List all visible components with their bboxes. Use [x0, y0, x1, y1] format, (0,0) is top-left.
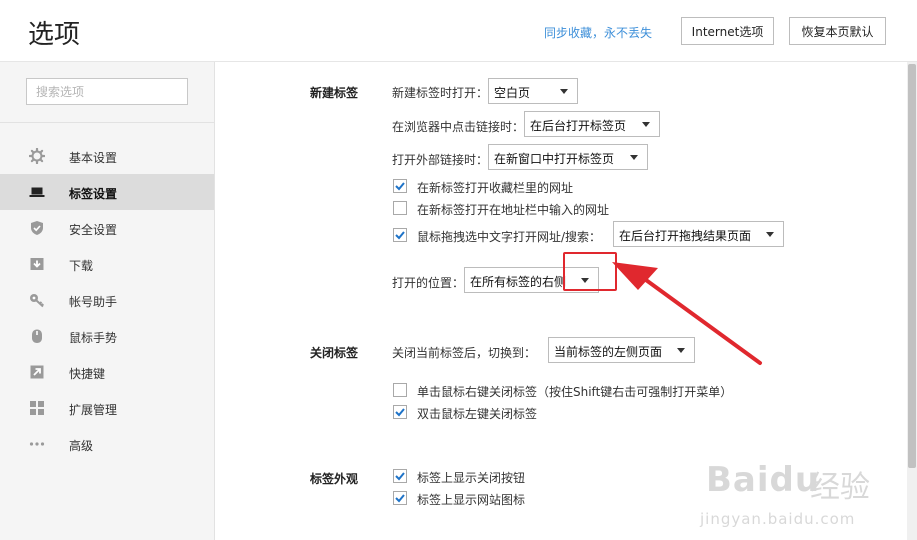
laptop-icon	[29, 187, 45, 197]
vertical-scrollbar[interactable]	[907, 62, 917, 540]
select-value: 在新窗口中打开标签页	[494, 152, 615, 166]
checkbox-addressbar[interactable]	[393, 201, 407, 215]
sidebar-item-label: 扩展管理	[69, 403, 118, 417]
open-new-tab-select[interactable]: 空白页	[488, 78, 578, 104]
section-title-close-tab: 关闭标签	[310, 346, 359, 360]
select-value: 在后台打开标签页	[530, 119, 627, 133]
sidebar-item-label: 鼠标手势	[69, 331, 118, 345]
open-new-tab-label: 新建标签时打开：	[392, 86, 489, 100]
sidebar-item-extensions[interactable]: 扩展管理	[0, 390, 214, 426]
chevron-down-icon	[581, 278, 589, 283]
key-icon	[30, 294, 44, 308]
click-link-label: 在浏览器中点击链接时：	[392, 120, 525, 134]
checkbox-label: 双击鼠标左键关闭标签	[417, 407, 538, 421]
chevron-down-icon	[677, 348, 685, 353]
sidebar-item-tabs[interactable]: 标签设置	[0, 174, 214, 210]
external-link-label: 打开外部链接时：	[392, 153, 489, 167]
check-icon	[395, 182, 405, 191]
chevron-down-icon	[560, 89, 568, 94]
scrollbar-thumb[interactable]	[908, 64, 916, 468]
sidebar-item-label: 帐号助手	[69, 295, 118, 309]
drag-result-select[interactable]: 在后台打开拖拽结果页面	[613, 221, 784, 247]
header-bar: 选项 同步收藏，永不丢失 Internet选项 恢复本页默认	[0, 0, 917, 62]
chevron-down-icon	[766, 232, 774, 237]
internet-options-button[interactable]: Internet选项	[681, 17, 774, 45]
grid-icon	[30, 401, 44, 415]
open-position-select[interactable]: 在所有标签的右侧	[464, 267, 599, 293]
sidebar-item-label: 快捷键	[69, 367, 106, 381]
checkbox-label: 标签上显示网站图标	[417, 493, 526, 507]
section-title-tab-look: 标签外观	[310, 472, 359, 486]
sync-favorites-link[interactable]: 同步收藏，永不丢失	[544, 24, 652, 41]
section-title-new-tab: 新建标签	[310, 86, 359, 100]
checkbox-double-click[interactable]	[393, 405, 407, 419]
sidebar-item-download[interactable]: 下载	[0, 246, 214, 282]
sidebar-item-shortcut[interactable]: 快捷键	[0, 354, 214, 390]
click-link-select[interactable]: 在后台打开标签页	[524, 111, 660, 137]
checkbox-drag[interactable]	[393, 228, 407, 242]
check-icon	[395, 408, 405, 417]
check-icon	[395, 494, 405, 503]
checkbox-close-button[interactable]	[393, 469, 407, 483]
sidebar-item-label: 高级	[69, 439, 94, 453]
sidebar-nav: 基本设置 标签设置 安全设置 下载 帐号助手 鼠标手势 快捷键 扩展管理 高级	[0, 138, 214, 462]
more-icon	[29, 442, 45, 446]
external-link-select[interactable]: 在新窗口中打开标签页	[488, 144, 648, 170]
select-value: 当前标签的左侧页面	[554, 345, 663, 359]
checkbox-right-click[interactable]	[393, 383, 407, 397]
shield-icon	[31, 221, 43, 235]
checkbox-site-icon[interactable]	[393, 491, 407, 505]
sidebar-item-label: 下载	[69, 259, 94, 273]
chevron-down-icon	[630, 155, 638, 160]
shortcut-icon	[30, 365, 44, 379]
chevron-down-icon	[642, 122, 650, 127]
options-window: 选项 同步收藏，永不丢失 Internet选项 恢复本页默认 基	[0, 0, 917, 540]
gear-icon	[29, 148, 45, 164]
checkbox-label: 单击鼠标右键关闭标签（按住Shift键右击可强制打开菜单）	[417, 385, 733, 399]
sidebar-divider	[0, 122, 214, 123]
sidebar-item-basic[interactable]: 基本设置	[0, 138, 214, 174]
checkbox-label: 标签上显示关闭按钮	[417, 471, 526, 485]
select-value: 在后台打开拖拽结果页面	[619, 229, 752, 243]
select-value: 在所有标签的右侧	[470, 275, 567, 289]
check-icon	[395, 231, 405, 240]
open-position-label: 打开的位置：	[392, 276, 465, 290]
check-icon	[395, 472, 405, 481]
restore-defaults-button[interactable]: 恢复本页默认	[789, 17, 886, 45]
page-title: 选项	[28, 20, 81, 50]
switch-after-close-select[interactable]: 当前标签的左侧页面	[548, 337, 695, 363]
settings-panel: 新建标签 新建标签时打开： 空白页 在浏览器中点击链接时： 在后台打开标签页 打…	[215, 62, 907, 540]
sidebar-item-label: 安全设置	[69, 223, 118, 237]
checkbox-favorites[interactable]	[393, 179, 407, 193]
checkbox-label: 在新标签打开在地址栏中输入的网址	[417, 203, 610, 217]
search-input[interactable]	[27, 79, 187, 104]
select-value: 空白页	[494, 86, 531, 100]
download-icon	[30, 258, 44, 270]
sidebar-item-security[interactable]: 安全设置	[0, 210, 214, 246]
sidebar-item-advanced[interactable]: 高级	[0, 426, 214, 462]
checkbox-label: 在新标签打开收藏栏里的网址	[417, 181, 574, 195]
mouse-icon	[32, 329, 42, 343]
switch-after-close-label: 关闭当前标签后，切换到：	[392, 346, 537, 360]
sidebar-item-mouse-gesture[interactable]: 鼠标手势	[0, 318, 214, 354]
search-box	[26, 78, 188, 105]
sidebar-item-label: 标签设置	[69, 187, 118, 201]
checkbox-label: 鼠标拖拽选中文字打开网址/搜索：	[417, 230, 602, 244]
sidebar: 基本设置 标签设置 安全设置	[0, 62, 215, 540]
sidebar-item-account[interactable]: 帐号助手	[0, 282, 214, 318]
sidebar-item-label: 基本设置	[69, 151, 118, 165]
